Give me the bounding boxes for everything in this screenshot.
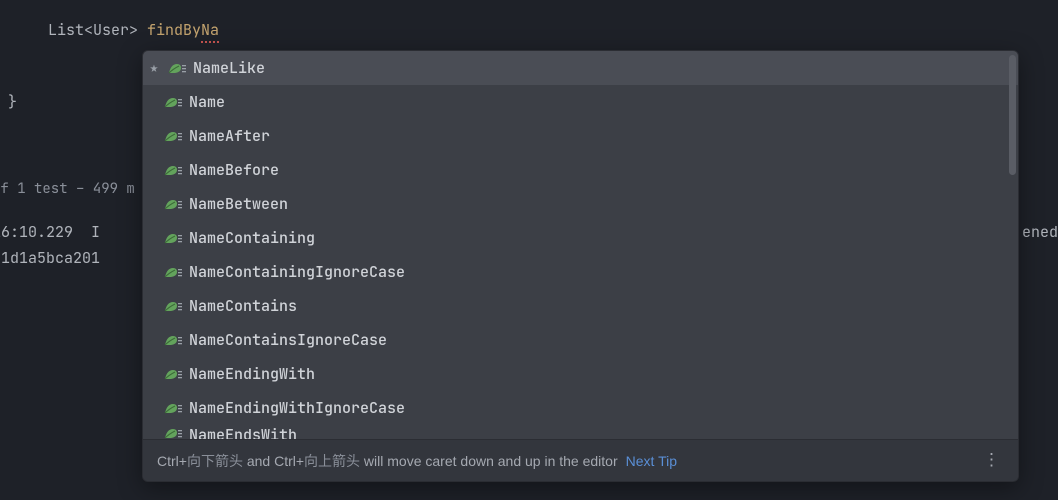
star-icon: ★ <box>147 59 161 77</box>
completion-item-label: NameContainsIgnoreCase <box>189 330 387 350</box>
completion-item-label: NameAfter <box>189 126 270 146</box>
completion-item-label: NameEndsWith <box>189 425 297 439</box>
completion-item-label: Name <box>189 92 225 112</box>
log-line-1-left: 16:10.229 I <box>0 222 100 242</box>
completion-item[interactable]: NameEndsWith <box>143 425 1018 439</box>
code-token-typed: Na <box>201 20 219 43</box>
method-icon <box>163 230 183 246</box>
completion-footer: Ctrl+向下箭头 and Ctrl+向上箭头 will move caret … <box>143 439 1018 481</box>
method-icon <box>163 298 183 314</box>
completion-item[interactable]: NameEndingWith <box>143 357 1018 391</box>
completion-item[interactable]: ★ NameLike <box>143 51 1018 85</box>
method-icon <box>163 425 183 439</box>
completion-item[interactable]: Name <box>143 85 1018 119</box>
completion-item-label: NameContainingIgnoreCase <box>189 262 405 282</box>
completion-item-label: NameBefore <box>189 160 279 180</box>
completion-item-label: NameEndingWithIgnoreCase <box>189 398 405 418</box>
method-icon <box>163 162 183 178</box>
code-token-method: findBy <box>147 20 201 40</box>
scrollbar-thumb[interactable] <box>1009 55 1016 175</box>
next-tip-link[interactable]: Next Tip <box>626 453 677 469</box>
more-options-icon[interactable]: ⋮ <box>979 453 1004 468</box>
completion-item[interactable]: NameContainingIgnoreCase <box>143 255 1018 289</box>
completion-item[interactable]: NameContains <box>143 289 1018 323</box>
code-token-type: List<User> <box>48 20 138 40</box>
completion-item[interactable]: NameContainsIgnoreCase <box>143 323 1018 357</box>
completion-popup: ★ NameLike Name NameAfter NameBefore NameBetw… <box>142 50 1019 482</box>
method-icon <box>163 128 183 144</box>
method-icon <box>163 400 183 416</box>
completion-item-label: NameBetween <box>189 194 288 214</box>
method-icon <box>163 196 183 212</box>
log-line-1-right: ened <box>1022 222 1058 242</box>
log-area: 16:10.229 I 81d1a5bca201 <box>0 220 100 271</box>
method-icon <box>167 60 187 76</box>
completion-item-label: NameEndingWith <box>189 364 315 384</box>
completion-list[interactable]: ★ NameLike Name NameAfter NameBefore NameBetw… <box>143 51 1018 439</box>
completion-item[interactable]: NameAfter <box>143 119 1018 153</box>
completion-item[interactable]: NameContaining <box>143 221 1018 255</box>
method-icon <box>163 332 183 348</box>
footer-hint: Ctrl+向下箭头 and Ctrl+向上箭头 will move caret … <box>157 451 618 471</box>
log-right: ened <box>1022 220 1058 246</box>
completion-item[interactable]: NameBetween <box>143 187 1018 221</box>
method-icon <box>163 94 183 110</box>
completion-item[interactable]: NameEndingWithIgnoreCase <box>143 391 1018 425</box>
completion-item-label: NameLike <box>193 58 265 78</box>
log-line-2-left: 81d1a5bca201 <box>0 248 100 268</box>
completion-item-label: NameContaining <box>189 228 315 248</box>
method-icon <box>163 264 183 280</box>
completion-item-label: NameContains <box>189 296 297 316</box>
test-status-text: of 1 test – 499 m <box>0 180 135 198</box>
code-line-1: List<User> findByNa <box>48 18 1058 42</box>
method-icon <box>163 366 183 382</box>
completion-item[interactable]: NameBefore <box>143 153 1018 187</box>
